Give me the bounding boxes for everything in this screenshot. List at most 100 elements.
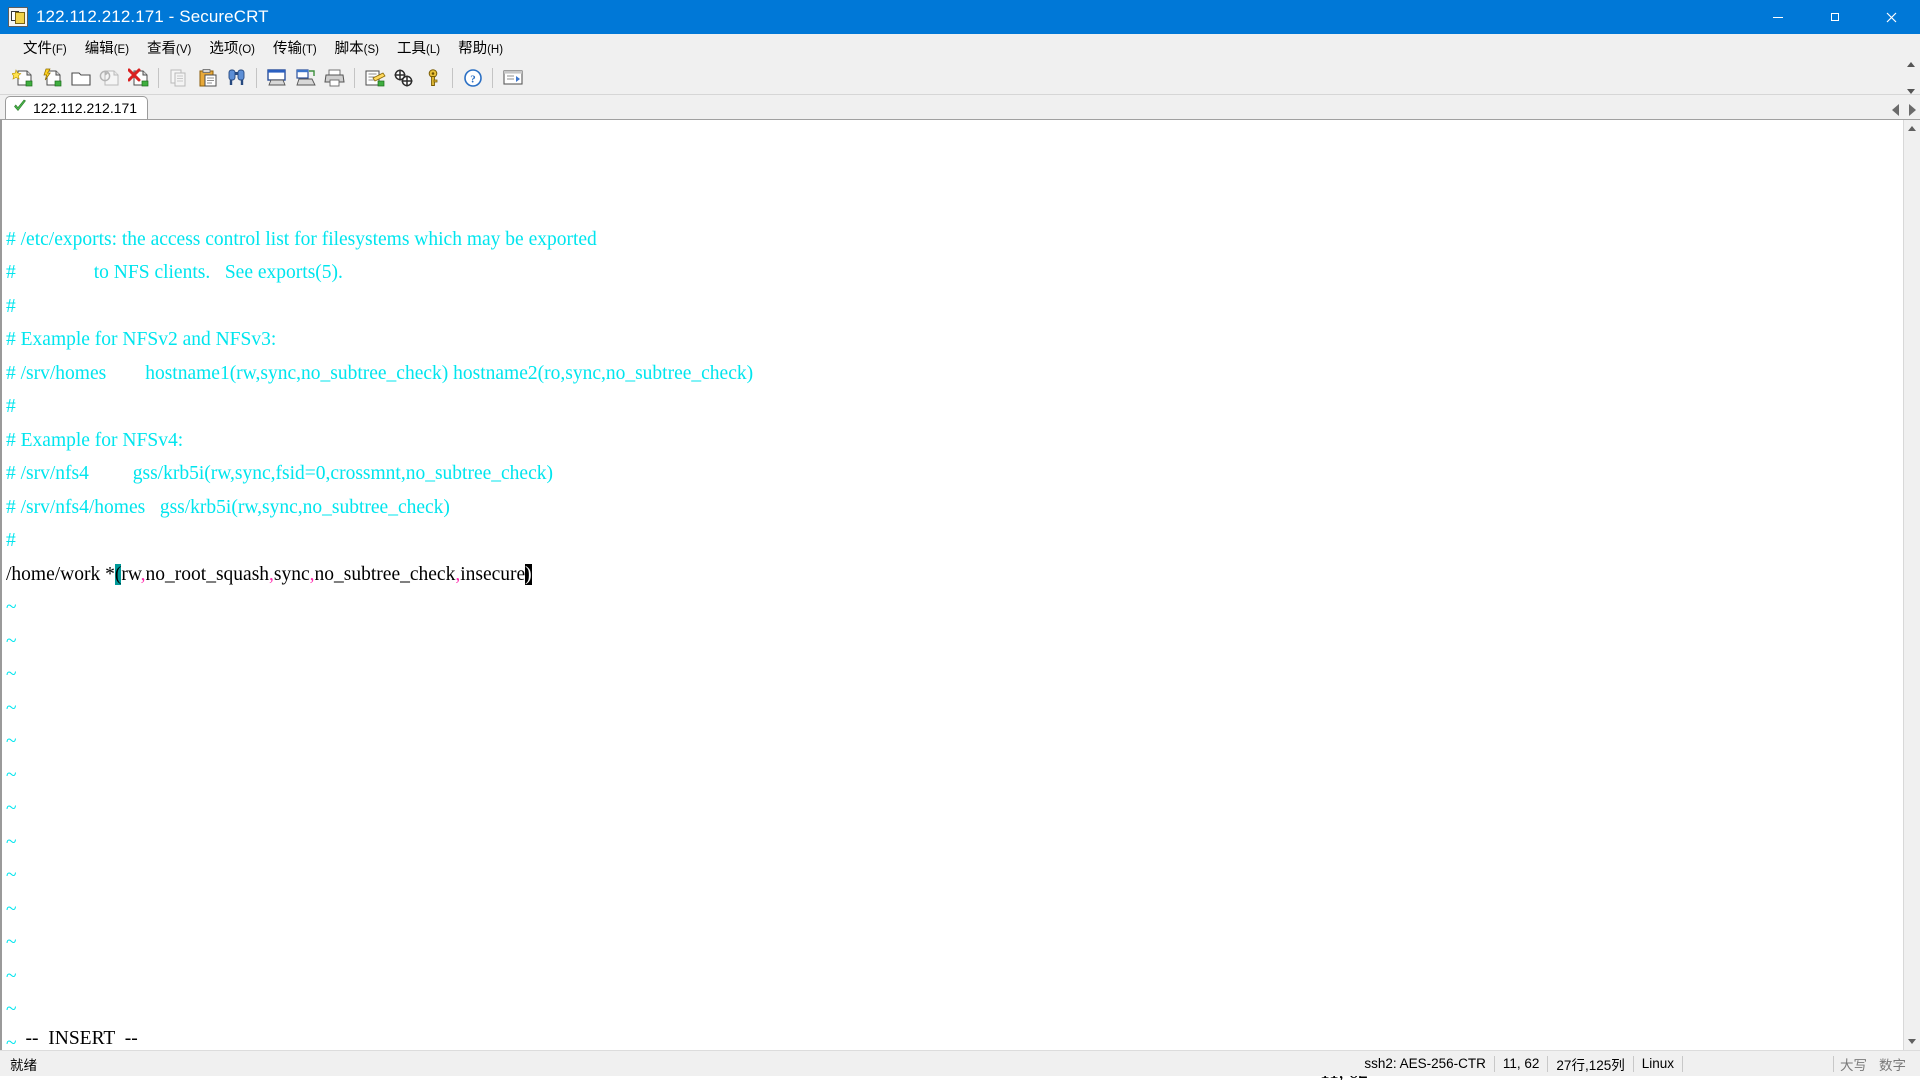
paste-icon[interactable] xyxy=(193,64,222,92)
close-button[interactable] xyxy=(1863,0,1920,34)
print-icon[interactable] xyxy=(320,64,349,92)
green-check-icon xyxy=(13,99,27,118)
securecrt-icon xyxy=(8,7,28,27)
open-folder-icon[interactable] xyxy=(66,64,95,92)
vim-empty-line-marker: ~ xyxy=(6,1027,1903,1051)
menu-file[interactable]: 文件(F) xyxy=(14,34,76,61)
key-icon[interactable] xyxy=(418,64,447,92)
terminal-text: # /srv/homes hostname1(rw,sync,no_subtre… xyxy=(6,363,753,384)
toolbar-separator-3 xyxy=(354,68,355,88)
terminal-line: # /srv/nfs4 gss/krb5i(rw,sync,fsid=0,cro… xyxy=(6,457,1903,491)
menu-view[interactable]: 查看(V) xyxy=(138,34,200,61)
vim-empty-line-marker: ~ xyxy=(6,591,1903,625)
help-icon[interactable]: ? xyxy=(458,64,487,92)
session-tabbar: 122.112.212.171 xyxy=(0,95,1920,120)
toolbar-separator-5 xyxy=(492,68,493,88)
tab-scroll-left-icon[interactable] xyxy=(1892,104,1899,116)
svg-text:?: ? xyxy=(470,73,476,85)
menu-transfer[interactable]: 传输(T) xyxy=(264,34,326,61)
print-screen-icon[interactable] xyxy=(262,64,291,92)
scrollbar-down-button[interactable] xyxy=(1904,1033,1920,1050)
tilde-marker: ~ xyxy=(6,865,17,886)
scrollbar-up-button[interactable] xyxy=(1904,120,1920,137)
terminal-line: # xyxy=(6,524,1903,558)
menu-tools-label: 工具 xyxy=(397,41,426,57)
menu-view-label: 查看 xyxy=(147,41,176,57)
terminal-line: # to NFS clients. See exports(5). xyxy=(6,256,1903,290)
toolbar: ? xyxy=(0,61,1920,95)
menu-transfer-label: 传输 xyxy=(273,41,302,57)
window-title: 122.112.212.171 - SecureCRT xyxy=(36,7,269,27)
menu-edit-label: 编辑 xyxy=(85,41,114,57)
terminal-text: rw xyxy=(121,564,140,585)
menu-help-mnemonic: (H) xyxy=(487,44,503,56)
menu-options-mnemonic: (O) xyxy=(238,44,255,56)
menu-help[interactable]: 帮助(H) xyxy=(449,34,512,61)
copy-icon[interactable] xyxy=(164,64,193,92)
tilde-marker: ~ xyxy=(6,597,17,618)
terminal-text: insecure xyxy=(460,564,525,585)
tilde-marker: ~ xyxy=(6,966,17,987)
global-options-icon[interactable] xyxy=(389,64,418,92)
toolbar-overflow-scroller[interactable] xyxy=(1904,61,1918,95)
quick-connect-icon[interactable] xyxy=(37,64,66,92)
status-ready: 就绪 xyxy=(0,1051,45,1077)
terminal-text: # xyxy=(6,296,16,317)
vim-empty-line-marker: ~ xyxy=(6,625,1903,659)
menu-edit[interactable]: 编辑(E) xyxy=(76,34,138,61)
terminal-text: # xyxy=(6,229,16,250)
toolbar-scroll-down-icon[interactable] xyxy=(1907,89,1915,94)
statusbar: 就绪 ssh2: AES-256-CTR 11, 62 27行,125列 Lin… xyxy=(0,1050,1920,1076)
terminal-text: # /srv/nfs4/homes gss/krb5i(rw,sync,no_s… xyxy=(6,497,450,518)
toolbar-separator-2 xyxy=(256,68,257,88)
terminal-text: # /srv/nfs4 gss/krb5i(rw,sync,fsid=0,cro… xyxy=(6,463,553,484)
terminal-line: # Example for NFSv2 and NFSv3: xyxy=(6,323,1903,357)
status-spacer xyxy=(1683,1051,1833,1077)
disconnect-icon[interactable] xyxy=(124,64,153,92)
menu-edit-mnemonic: (E) xyxy=(114,44,129,56)
menu-transfer-mnemonic: (T) xyxy=(302,44,317,56)
vim-status-line: -- INSERT -- 11, 62 All xyxy=(0,989,1920,1023)
window-titlebar[interactable]: 122.112.212.171 - SecureCRT xyxy=(0,0,1920,34)
terminal-cursor: ) xyxy=(525,564,532,585)
toolbar-scroll-up-icon[interactable] xyxy=(1907,62,1915,67)
terminal-line: # xyxy=(6,390,1903,424)
terminal-scrollbar[interactable] xyxy=(1903,120,1920,1050)
new-session-icon[interactable] xyxy=(8,64,37,92)
transfer-icon[interactable] xyxy=(498,64,527,92)
terminal-area: # /etc/exports: the access control list … xyxy=(0,120,1920,1050)
menu-script-mnemonic: (S) xyxy=(364,44,379,56)
find-icon[interactable] xyxy=(222,64,251,92)
vim-empty-line-marker: ~ xyxy=(6,859,1903,893)
session-options-icon[interactable] xyxy=(360,64,389,92)
vim-empty-line-marker: ~ xyxy=(6,792,1903,826)
terminal-line: # xyxy=(6,290,1903,324)
tilde-marker: ~ xyxy=(6,832,17,853)
status-terminal-type: Linux xyxy=(1634,1051,1682,1077)
toolbar-separator-1 xyxy=(158,68,159,88)
terminal-text-buffer: # /etc/exports: the access control list … xyxy=(6,223,1903,1051)
terminal-line: # /srv/nfs4/homes gss/krb5i(rw,sync,no_s… xyxy=(6,491,1903,525)
tilde-marker: ~ xyxy=(6,664,17,685)
scrollbar-thumb[interactable] xyxy=(1904,137,1920,1033)
status-screen-size: 27行,125列 xyxy=(1548,1051,1632,1077)
menu-file-mnemonic: (F) xyxy=(52,44,67,56)
session-tab-active[interactable]: 122.112.212.171 xyxy=(5,96,148,119)
menu-options[interactable]: 选项(O) xyxy=(200,34,264,61)
log-session-icon[interactable] xyxy=(291,64,320,92)
menu-options-label: 选项 xyxy=(209,41,238,57)
terminal-text: # to NFS clients. See exports(5). xyxy=(6,262,343,283)
terminal-text: sync xyxy=(274,564,310,585)
tab-scroll-right-icon[interactable] xyxy=(1909,104,1916,116)
terminal-screen[interactable]: # /etc/exports: the access control list … xyxy=(0,120,1903,1050)
reconnect-icon[interactable] xyxy=(95,64,124,92)
menu-tools[interactable]: 工具(L) xyxy=(388,34,449,61)
tilde-marker: ~ xyxy=(6,698,17,719)
tilde-marker: ~ xyxy=(6,765,17,786)
toolbar-separator-4 xyxy=(452,68,453,88)
status-num-lock: 数字 xyxy=(1873,1051,1920,1077)
menu-script[interactable]: 脚本(S) xyxy=(326,34,388,61)
tilde-marker: ~ xyxy=(6,731,17,752)
minimize-button[interactable] xyxy=(1749,0,1806,34)
maximize-button[interactable] xyxy=(1806,0,1863,34)
